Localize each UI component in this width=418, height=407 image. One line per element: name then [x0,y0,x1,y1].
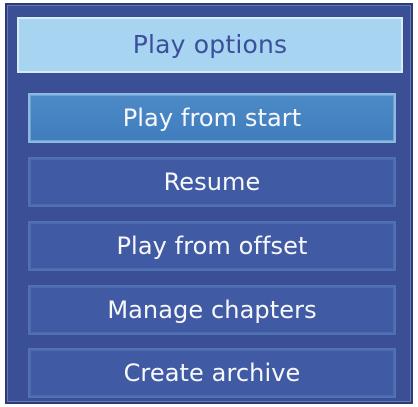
resume-option[interactable]: Resume [28,157,396,207]
play-from-offset-option[interactable]: Play from offset [28,221,396,271]
create-archive-option[interactable]: Create archive [28,348,396,398]
play-options-menu: Play options Play from start Resume Play… [5,3,413,404]
menu-title: Play options [17,17,403,73]
manage-chapters-option[interactable]: Manage chapters [28,285,396,335]
play-from-start-option[interactable]: Play from start [28,93,396,143]
